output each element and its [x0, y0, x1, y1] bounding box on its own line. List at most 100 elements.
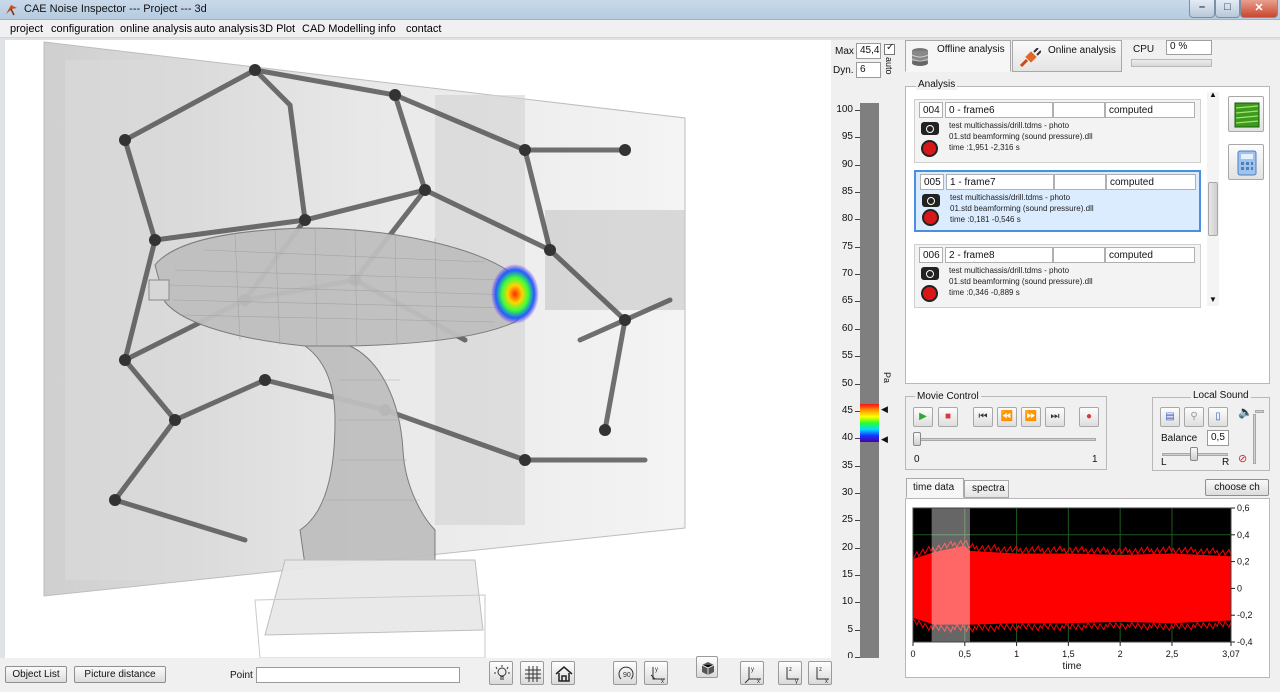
skip-start-button[interactable]: ⏮: [973, 407, 993, 427]
tab-time-data[interactable]: time data: [906, 478, 964, 498]
record-button[interactable]: ●: [1079, 407, 1099, 427]
map-view-button[interactable]: [1228, 96, 1264, 132]
y-tick-label: 0,2: [1237, 557, 1250, 567]
scale-lower-handle-icon[interactable]: ◀: [881, 434, 888, 445]
menu-online-analysis[interactable]: online analysis: [120, 23, 192, 35]
tab-online-analysis[interactable]: Online analysis: [1012, 40, 1122, 72]
y-tick-label: 0: [1237, 583, 1242, 593]
forward-button[interactable]: ⏩: [1021, 407, 1041, 427]
object-list-button[interactable]: Object List: [5, 666, 67, 683]
scale-tick-mark: [855, 356, 860, 358]
sound-search-button[interactable]: ⚲: [1184, 407, 1204, 427]
scale-tick-label: 75: [841, 240, 853, 252]
tab-offline-analysis[interactable]: Offline analysis: [905, 40, 1011, 72]
cpu-label: CPU: [1133, 44, 1155, 55]
record-icon[interactable]: [921, 140, 938, 157]
scale-bar: [860, 103, 879, 663]
balance-left-label: L: [1161, 457, 1167, 468]
sound-source-button[interactable]: ▤: [1160, 407, 1180, 427]
menu-3d-plot[interactable]: 3D Plot: [259, 23, 295, 35]
view-y-x-button[interactable]: yx: [644, 661, 668, 685]
scale-tick-mark: [855, 574, 860, 576]
scale-tick-mark: [855, 547, 860, 549]
scale-tick-label: 30: [841, 486, 853, 498]
view-z-x-button[interactable]: zx: [808, 661, 832, 685]
y-tick-label: 0,6: [1237, 503, 1250, 513]
view-y-z-x-button[interactable]: yx: [740, 661, 764, 685]
view-z-y-button[interactable]: zy: [778, 661, 802, 685]
cube-icon: [701, 662, 715, 675]
stop-button[interactable]: ■: [938, 407, 958, 427]
scale-tick-label: 20: [841, 541, 853, 553]
menu-configuration[interactable]: configuration: [51, 23, 114, 35]
skip-end-button[interactable]: ⏭: [1045, 407, 1065, 427]
camera-icon[interactable]: [921, 122, 939, 135]
scale-tick-mark: [855, 328, 860, 330]
mute-icon[interactable]: ⊘: [1238, 452, 1247, 465]
balance-input[interactable]: 0,5: [1207, 430, 1229, 446]
svg-text:x: x: [661, 679, 664, 684]
menu-cad-modelling[interactable]: CAD Modelling: [302, 23, 375, 35]
3d-viewport[interactable]: [5, 40, 831, 658]
scroll-down-icon[interactable]: ▼: [1209, 295, 1217, 304]
grid-icon: [525, 666, 541, 682]
dyn-input[interactable]: 6: [856, 62, 881, 78]
axes-zx-icon: zx: [816, 667, 829, 684]
balance-label: Balance: [1161, 433, 1198, 444]
record-icon[interactable]: [922, 209, 939, 226]
close-icon: ✕: [1254, 2, 1264, 14]
item-empty-cell: [1054, 174, 1106, 190]
scale-tick-mark: [855, 520, 860, 522]
auto-checkbox[interactable]: [884, 42, 895, 55]
scale-tick-label: 50: [841, 377, 853, 389]
y-tick-label: -0,2: [1237, 610, 1253, 620]
analysis-item-004[interactable]: 004 0 - frame6 computed test multichassi…: [914, 99, 1201, 163]
calculator-button[interactable]: [1228, 144, 1264, 180]
camera-icon[interactable]: [922, 194, 940, 207]
close-button[interactable]: ✕: [1240, 0, 1278, 18]
menu-project[interactable]: project: [10, 23, 43, 35]
scroll-up-icon[interactable]: ▲: [1209, 90, 1217, 99]
scrollbar-thumb[interactable]: [1208, 182, 1218, 236]
record-icon[interactable]: [921, 285, 938, 302]
unit-label: Pa: [882, 372, 892, 384]
analysis-title: Analysis: [916, 79, 958, 90]
item-status: computed: [1106, 174, 1196, 190]
scale-tick-mark: [855, 465, 860, 467]
picture-distance-button[interactable]: Picture distance: [74, 666, 166, 683]
tab-time-data-label: time data: [913, 482, 955, 493]
minimize-button[interactable]: –: [1189, 0, 1215, 18]
balance-slider-thumb[interactable]: [1190, 447, 1198, 461]
light-button[interactable]: [489, 661, 513, 685]
play-button[interactable]: ▶: [913, 407, 933, 427]
grid-button[interactable]: [520, 661, 544, 685]
analysis-scrollbar[interactable]: ▲ ▼: [1207, 90, 1219, 306]
menu-auto-analysis[interactable]: auto analysis: [194, 23, 258, 35]
point-input[interactable]: [256, 667, 460, 683]
rotate-90-button[interactable]: 90: [613, 661, 637, 685]
volume-slider[interactable]: [1253, 414, 1256, 464]
play-icon: ▶: [919, 411, 927, 422]
home-view-button[interactable]: [551, 661, 575, 685]
rewind-button[interactable]: ⏪: [997, 407, 1017, 427]
scale-upper-handle-icon[interactable]: ◀: [881, 404, 888, 415]
volume-track[interactable]: [1255, 410, 1264, 413]
time-data-chart[interactable]: 0,6 0,4 0,2 0 -0,2 -0,4 0 0,5 1 1,5 2 2,5 3,07 time: [905, 500, 1270, 678]
cube-view-button[interactable]: [696, 656, 718, 678]
maximize-button[interactable]: □: [1215, 0, 1240, 18]
analysis-item-006[interactable]: 006 2 - frame8 computed test multichassi…: [914, 244, 1201, 308]
sound-file-button[interactable]: ▯: [1208, 407, 1228, 427]
tab-spectra[interactable]: spectra: [964, 480, 1009, 498]
movie-slider[interactable]: [913, 438, 1096, 441]
analysis-item-005[interactable]: 005 1 - frame7 computed test multichassi…: [914, 170, 1201, 232]
item-method: 01.std beamforming (sound pressure).dll: [949, 277, 1093, 286]
menu-contact[interactable]: contact: [406, 23, 441, 35]
movie-slider-thumb[interactable]: [913, 432, 921, 446]
max-input[interactable]: 45,4: [856, 43, 881, 59]
camera-icon[interactable]: [921, 267, 939, 280]
movie-slider-min: 0: [914, 454, 920, 465]
menu-info[interactable]: info: [378, 23, 396, 35]
choose-channel-button[interactable]: choose ch: [1205, 479, 1269, 496]
scale-tick-label: 100: [836, 104, 853, 115]
stop-icon: ■: [944, 411, 952, 422]
